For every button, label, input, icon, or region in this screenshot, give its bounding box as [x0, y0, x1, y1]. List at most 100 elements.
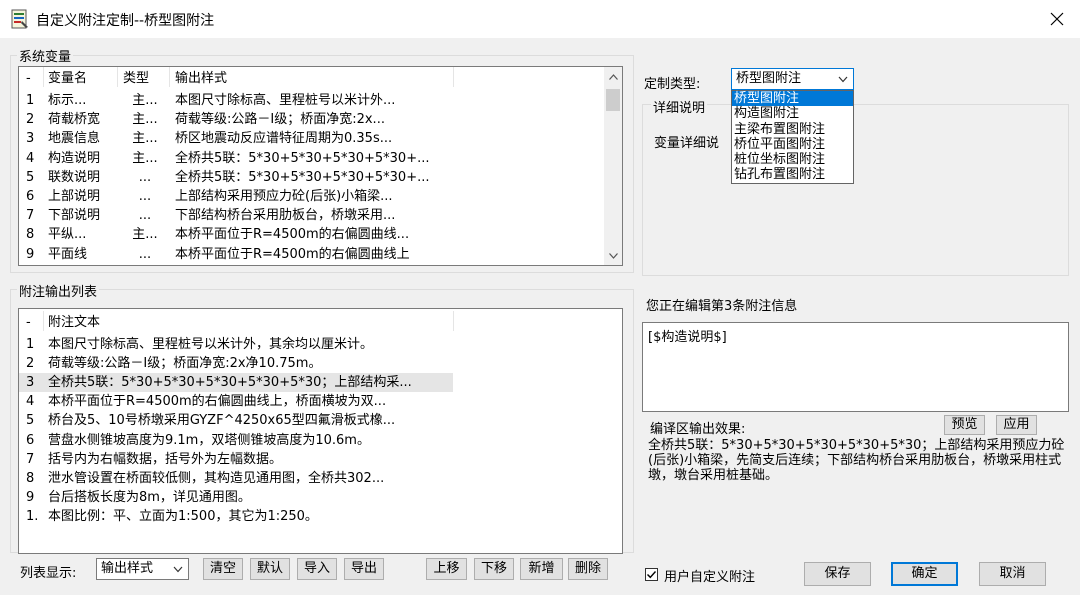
list-item[interactable]: 6 营盘水侧锥坡高度为9.1m，双塔侧锥坡高度为10.6m。	[19, 431, 619, 450]
note-text: 荷载等级:公路－Ⅰ级；桥面净宽:2x净10.75m。	[48, 356, 322, 372]
system-vars-header: - 变量名 类型 输出样式	[19, 69, 604, 88]
note-text: 台后搭板长度为8m，详见通用图。	[48, 489, 251, 505]
cell-idx: 7	[26, 208, 35, 224]
cell-type: ...	[138, 208, 152, 224]
custom-type-dropdown[interactable]: 桥型图附注 构造图附注 主梁布置图附注 桥位平面图附注 桩位坐标图附注 钻孔布置图附注	[731, 90, 854, 184]
list-item[interactable]: 8 泄水管设置在桥面较低侧，其构造见通用图，全桥共302...	[19, 469, 619, 488]
user-custom-checkbox[interactable]	[645, 568, 658, 581]
cell-idx: 2	[26, 112, 35, 128]
ok-button[interactable]: 确定	[891, 562, 958, 586]
list-item[interactable]: 2 荷载等级:公路－Ⅰ级；桥面净宽:2x净10.75m。	[19, 354, 619, 373]
cell-style: 下部结构桥台采用肋板台，桥墩采用...	[175, 208, 396, 224]
notes-header: - 附注文本	[19, 313, 619, 332]
detail-group-label: 详细说明	[651, 97, 708, 116]
note-index: 8	[26, 470, 35, 486]
apply-button[interactable]: 应用	[996, 415, 1037, 435]
cell-idx: 8	[26, 227, 35, 243]
dropdown-option[interactable]: 桥位平面图附注	[732, 137, 853, 152]
default-button[interactable]: 默认	[250, 558, 290, 580]
list-item[interactable]: 1. 本图比例：平、立面为1:500，其它为1:250。	[19, 507, 619, 526]
move-down-button[interactable]: 下移	[474, 558, 514, 580]
note-index: 3	[26, 375, 35, 391]
table-row[interactable]: 7 下部说明... 下部结构桥台采用肋板台，桥墩采用...	[19, 206, 604, 225]
cell-idx: 4	[26, 150, 35, 166]
system-vars-list[interactable]: - 变量名 类型 输出样式 1 标示... 主... 本图尺寸除标高、里程桩号以米计外…	[18, 66, 623, 266]
notes-col-header-text[interactable]: 附注文本	[48, 313, 100, 332]
editing-label: 您正在编辑第3条附注信息	[646, 299, 798, 314]
table-row[interactable]: 4 构造说明 主... 全桥共5联：5*30+5*30+5*30+5*30+...	[19, 149, 604, 168]
table-row[interactable]: 1 标示... 主... 本图尺寸除标高、里程桩号以米计外...	[19, 91, 604, 110]
chevron-down-icon	[838, 76, 848, 83]
custom-type-value: 桥型图附注	[736, 71, 802, 86]
cancel-button[interactable]: 取消	[979, 562, 1046, 586]
cell-name: 上部说明	[48, 189, 101, 204]
custom-type-label: 定制类型:	[644, 77, 701, 92]
preview-button[interactable]: 预览	[944, 415, 985, 435]
notes-list[interactable]: - 附注文本 1 本图尺寸除标高、里程桩号以米计外，其余均以厘米计。 2 荷载等级:公…	[18, 308, 623, 554]
system-vars-scrollbar[interactable]	[604, 67, 622, 265]
note-index: 6	[26, 432, 35, 448]
list-item[interactable]: 5 桥台及5、10号桥墩采用GYZF^4250x65型四氟滑板式橡...	[19, 411, 619, 430]
note-text: 本桥平面位于R=4500m的右偏圆曲线上，桥面横坡为双...	[48, 394, 387, 410]
cell-name: 联数说明	[48, 169, 101, 185]
cell-idx: 9	[26, 246, 35, 262]
move-up-button[interactable]: 上移	[426, 558, 467, 580]
cell-idx: 1	[26, 93, 35, 108]
cell-style: 本桥平面位于R=4500m的右偏圆曲线上	[175, 246, 410, 262]
system-vars-group-label: 系统变量	[17, 46, 74, 65]
cell-type: 主...	[132, 131, 158, 147]
list-item[interactable]: 9 台后搭板长度为8m，详见通用图。	[19, 488, 619, 507]
dropdown-option[interactable]: 桩位坐标图附注	[732, 152, 853, 167]
list-display-select[interactable]: 输出样式	[96, 558, 189, 580]
note-index: 4	[26, 394, 35, 410]
cell-idx: 5	[26, 169, 35, 185]
cell-style: 全桥共5联：5*30+5*30+5*30+5*30+...	[175, 169, 430, 185]
note-editor[interactable]: [$构造说明$]	[642, 322, 1069, 412]
cell-style: 全桥共5联：5*30+5*30+5*30+5*30+...	[175, 150, 430, 166]
dropdown-option[interactable]: 构造图附注	[732, 106, 853, 121]
dropdown-option[interactable]: 主梁布置图附注	[732, 122, 853, 137]
col-header-name[interactable]: 变量名	[48, 69, 87, 88]
add-button[interactable]: 新增	[520, 558, 563, 580]
user-custom-label: 用户自定义附注	[664, 570, 756, 585]
scroll-down-icon[interactable]	[604, 247, 622, 264]
dropdown-option[interactable]: 桥型图附注	[732, 91, 853, 107]
chevron-down-icon	[173, 566, 183, 573]
list-item[interactable]: 7 括号内为右幅数据，括号外为左幅数据。	[19, 450, 619, 469]
dropdown-option[interactable]: 钻孔布置图附注	[732, 167, 853, 182]
table-row[interactable]: 8 平纵... 主... 本桥平面位于R=4500m的右偏圆曲线...	[19, 225, 604, 244]
close-icon	[1050, 12, 1064, 26]
custom-type-select[interactable]: 桥型图附注	[731, 68, 854, 90]
table-row[interactable]: 5 联数说明... 全桥共5联：5*30+5*30+5*30+5*30+...	[19, 168, 604, 187]
notes-group-label: 附注输出列表	[17, 281, 100, 300]
note-text: 泄水管设置在桥面较低侧，其构造见通用图，全桥共302...	[48, 470, 385, 486]
clear-button[interactable]: 清空	[203, 558, 243, 580]
export-button[interactable]: 导出	[344, 558, 384, 580]
table-row[interactable]: 2 荷载桥宽 主... 荷载等级:公路－Ⅰ级；桥面净宽:2x...	[19, 110, 604, 129]
list-item[interactable]: 1 本图尺寸除标高、里程桩号以米计外，其余均以厘米计。	[19, 335, 619, 354]
col-header-style[interactable]: 输出样式	[175, 69, 227, 88]
table-row[interactable]: 6 上部说明... 上部结构采用预应力砼(后张)小箱梁...	[19, 187, 604, 206]
checkmark-icon	[647, 571, 657, 579]
list-item[interactable]: 3 全桥共5联：5*30+5*30+5*30+5*30+5*30；上部结构采...	[19, 373, 453, 393]
cell-idx: 3	[26, 131, 35, 147]
scroll-up-icon[interactable]	[604, 68, 622, 85]
import-button[interactable]: 导入	[297, 558, 337, 580]
window-title: 自定义附注定制--桥型图附注	[36, 13, 215, 29]
cell-type: 主...	[132, 227, 158, 243]
cell-style: 桥区地震动反应谱特征周期为0.35s...	[175, 131, 393, 147]
note-text: 营盘水侧锥坡高度为9.1m，双塔侧锥坡高度为10.6m。	[48, 432, 370, 448]
note-index: 5	[26, 413, 35, 429]
note-index: 1	[26, 337, 35, 352]
scroll-thumb[interactable]	[606, 89, 620, 111]
compile-output: 全桥共5联：5*30+5*30+5*30+5*30+5*30；上部结构采用预应力…	[648, 438, 1065, 483]
list-item[interactable]: 4 本桥平面位于R=4500m的右偏圆曲线上，桥面横坡为双...	[19, 392, 619, 411]
col-header-idx[interactable]: -	[26, 69, 31, 88]
table-row[interactable]: 9 平面线... 本桥平面位于R=4500m的右偏圆曲线上	[19, 245, 604, 264]
col-header-type[interactable]: 类型	[123, 69, 149, 88]
save-button[interactable]: 保存	[804, 562, 871, 586]
table-row[interactable]: 3 地震信息 主... 桥区地震动反应谱特征周期为0.35s...	[19, 129, 604, 148]
notes-col-header-idx[interactable]: -	[26, 313, 31, 332]
delete-button[interactable]: 删除	[568, 558, 608, 580]
close-button[interactable]	[1040, 4, 1074, 34]
